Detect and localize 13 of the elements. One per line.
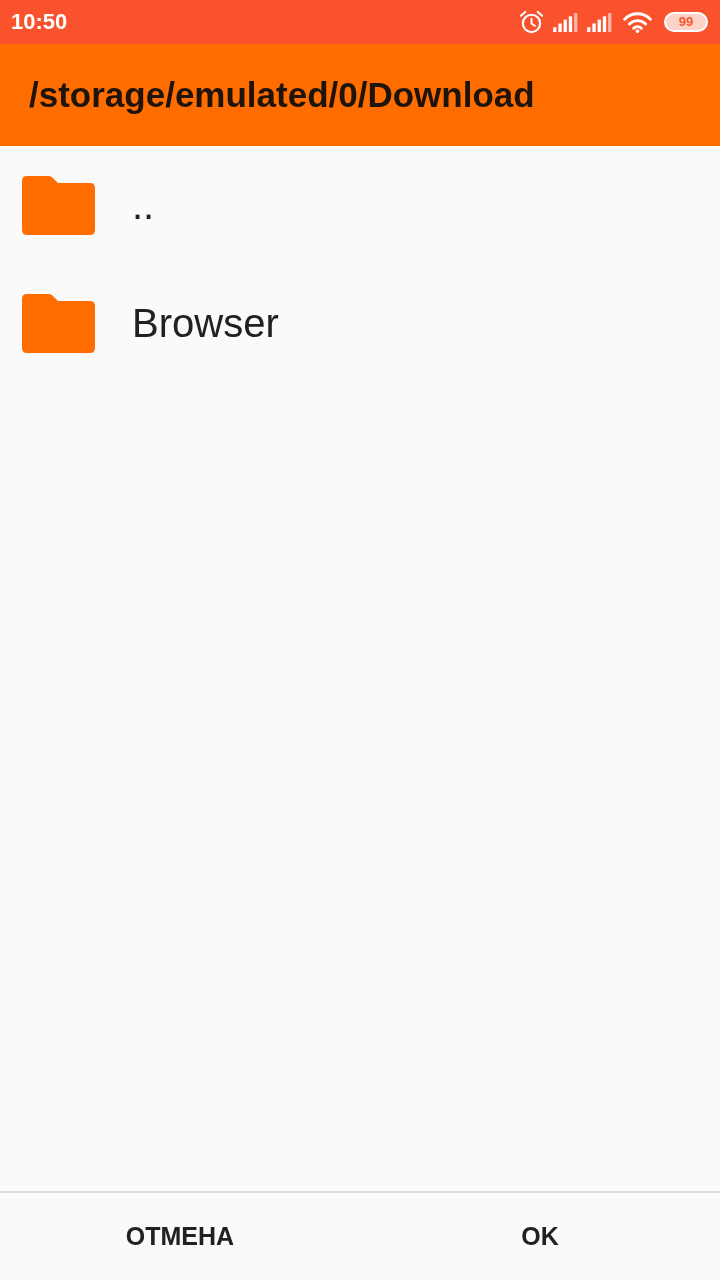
dialog-button[interactable]: OK [360,1193,720,1280]
signal-icon [587,12,612,32]
wifi-icon [623,11,652,33]
alarm-clock-icon [519,9,544,35]
folder-item[interactable]: .. [0,146,720,264]
dialog-button[interactable]: ОТМЕНА [0,1193,360,1280]
folder-icon [22,293,95,353]
signal-icon [553,12,578,32]
status-time: 10:50 [11,9,68,35]
path-title: /storage/emulated/0/Download [29,75,535,115]
folder-item[interactable]: Browser [0,264,720,382]
folder-icon [22,175,95,235]
battery-level: 99 [664,12,708,32]
